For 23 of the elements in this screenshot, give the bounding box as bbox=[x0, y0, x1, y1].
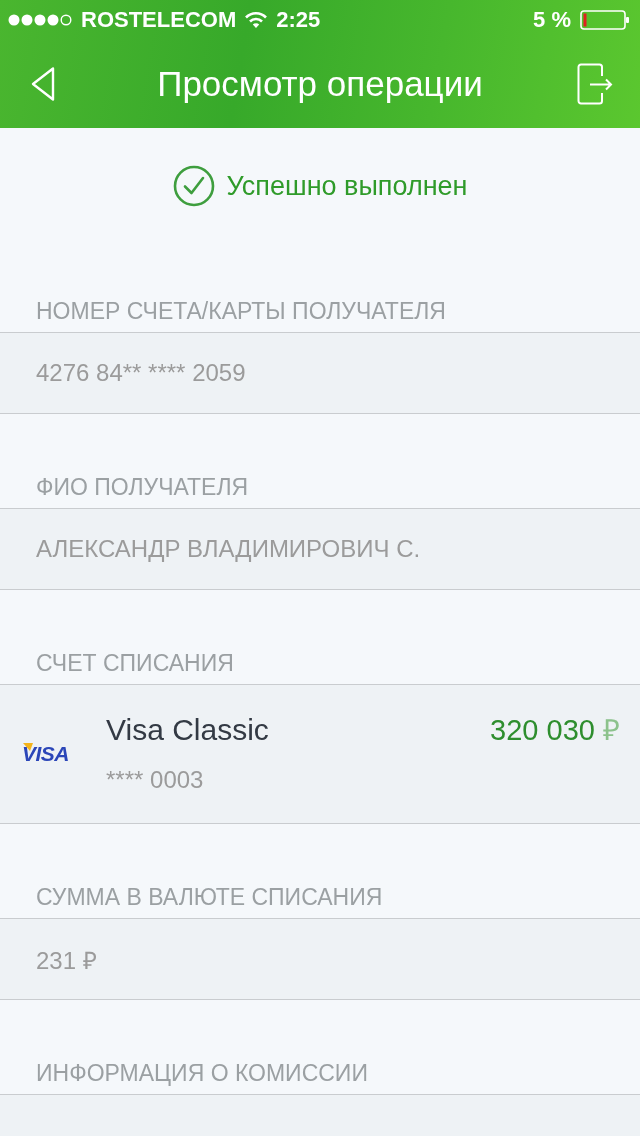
wifi-icon bbox=[244, 11, 269, 29]
card-number: **** 0003 bbox=[106, 765, 205, 795]
field-label: СЧЕТ СПИСАНИЯ bbox=[35, 649, 235, 678]
carrier-name: ROSTELECOM bbox=[81, 7, 237, 33]
field-value: АЛЕКСАНДР ВЛАДИМИРОВИЧ С. bbox=[36, 535, 421, 563]
clock-time: 2:25 bbox=[276, 7, 321, 33]
battery-percent: 5 % bbox=[533, 7, 571, 33]
card-name: Visa Classic bbox=[106, 712, 270, 748]
field-value: 4276 84** **** 2059 bbox=[36, 359, 246, 387]
success-status: Успешно выполнен bbox=[226, 170, 468, 202]
field-label: ИНФОРМАЦИЯ О КОМИССИИ bbox=[35, 1059, 369, 1088]
field-label: СУММА В ВАЛЮТЕ СПИСАНИЯ bbox=[35, 883, 384, 912]
check-circle-icon bbox=[172, 165, 215, 207]
field-value: 231 ₽ bbox=[36, 945, 97, 976]
field-label: ФИО ПОЛУЧАТЕЛЯ bbox=[35, 473, 250, 502]
back-icon[interactable] bbox=[30, 66, 56, 102]
signal-icon bbox=[8, 13, 72, 27]
card-logo: VISA bbox=[22, 742, 70, 766]
screen-title: Просмотр операции bbox=[156, 64, 484, 104]
card-balance: 320 030 ₽ bbox=[490, 713, 620, 748]
exit-icon[interactable] bbox=[577, 63, 613, 105]
field-label: НОМЕР СЧЕТА/КАРТЫ ПОЛУЧАТЕЛЯ bbox=[35, 297, 447, 326]
battery-icon bbox=[580, 10, 630, 30]
